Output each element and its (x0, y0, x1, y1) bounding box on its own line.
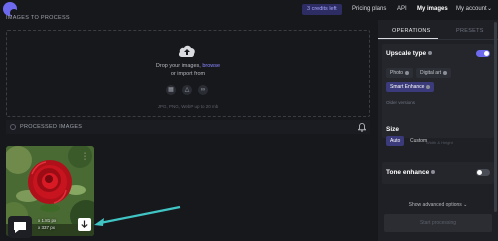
processed-images-label: PROCESSED IMAGES (20, 124, 83, 130)
upload-cloud-icon[interactable] (178, 44, 196, 58)
section-label-images-to-process: IMAGES TO PROCESS (6, 15, 70, 21)
advanced-options-label: Show advanced options (408, 202, 462, 208)
chip-photo[interactable]: Photo (386, 68, 414, 78)
chevron-down-icon[interactable]: ⌄ (487, 5, 492, 12)
drop-text: Drop your images, (155, 63, 201, 69)
drive-icon[interactable]: △ (182, 85, 192, 95)
chevron-down-icon: ⌄ (463, 202, 468, 208)
nav-pricing-plans[interactable]: Pricing plans (352, 6, 386, 12)
link-icon[interactable]: ∞ (198, 85, 208, 95)
credits-badge[interactable]: 3 credits left (302, 4, 342, 15)
bell-icon[interactable] (358, 123, 366, 132)
processed-header: PROCESSED IMAGES (6, 120, 370, 134)
upscale-toggle[interactable] (476, 50, 490, 57)
size-title: Size (386, 126, 400, 133)
info-icon[interactable] (428, 51, 433, 56)
more-icon[interactable]: · · · (83, 150, 87, 163)
size-auto-option[interactable]: Auto (386, 136, 405, 146)
older-versions-link[interactable]: Older versions (386, 100, 415, 105)
info-icon[interactable] (426, 84, 431, 89)
upscale-type-title: Upscale type (386, 50, 433, 57)
upscale-type-label: Upscale type (386, 50, 427, 57)
browse-link[interactable]: browse (202, 63, 220, 69)
size-input[interactable]: Width & Height (424, 138, 466, 147)
tab-presets[interactable]: PRESETS (456, 28, 484, 34)
chip-digital-art-label: Digital art (420, 70, 442, 76)
tone-enhance-title: Tone enhance (386, 169, 436, 176)
chip-photo-label: Photo (390, 70, 404, 76)
tabs-divider (378, 39, 498, 40)
scrollbar[interactable] (494, 22, 497, 212)
tab-operations[interactable]: OPERATIONS (392, 28, 431, 34)
tone-enhance-label: Tone enhance (386, 169, 430, 176)
pointer-arrow (94, 205, 181, 226)
chip-smart-enhance[interactable]: Smart Enhance (386, 82, 435, 92)
chat-button[interactable] (8, 216, 32, 238)
drop-instructions: Drop your images, browse (0, 63, 376, 69)
chat-icon (14, 222, 26, 233)
advanced-options-link[interactable]: Show advanced options ⌄ (378, 202, 498, 208)
top-bar: 3 credits left Pricing plans API My imag… (0, 0, 498, 18)
chip-digital-art[interactable]: Digital art (416, 68, 452, 78)
nav-my-images[interactable]: My images (417, 6, 448, 12)
chip-smart-enhance-label: Smart Enhance (390, 84, 425, 90)
nav-api[interactable]: API (397, 6, 407, 12)
image-meta-2: x 337 px (38, 225, 56, 230)
nav-my-account[interactable]: My account (456, 6, 487, 12)
tone-enhance-section: Tone enhance (382, 162, 494, 184)
tone-enhance-toggle[interactable] (476, 169, 490, 176)
right-panel: OPERATIONS PRESETS Upscale type Photo Di… (378, 20, 498, 241)
start-processing-button[interactable]: Start processing (384, 214, 492, 232)
logo-icon[interactable] (3, 2, 18, 17)
folder-icon[interactable]: ▦ (166, 85, 176, 95)
info-icon[interactable] (405, 70, 410, 75)
supported-formats: JPG, PNG, WebP up to 20 mb (157, 104, 219, 109)
import-text: or import from (170, 71, 206, 77)
info-icon[interactable] (443, 70, 448, 75)
import-sources: ▦ △ ∞ (166, 85, 210, 95)
image-meta-1: x 1.81 px (38, 218, 57, 223)
info-icon[interactable] (431, 170, 436, 175)
select-all-radio[interactable] (10, 124, 16, 130)
